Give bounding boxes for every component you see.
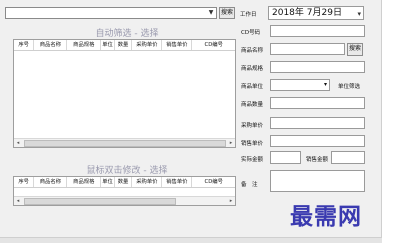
auto-filter-grid[interactable]: 序号 商品名称 商品规格 单位 数量 采购单价 销售单价 CD编号 ◂ ▸ [13,39,236,148]
column-header[interactable]: CD编号 [192,177,235,187]
cd-label: CD号码 [241,30,261,36]
column-header[interactable]: 单位 [101,40,115,50]
edit-select-grid[interactable]: 序号 商品名称 商品规格 单位 数量 采购单价 销售单价 CD编号 ◂ ▸ [13,176,236,206]
product-spec-input[interactable] [270,61,365,73]
horizontal-scrollbar[interactable]: ◂ ▸ [14,138,235,147]
column-header[interactable]: 商品规格 [67,177,102,187]
sell-price-label: 销售单价 [241,141,264,147]
remark-label: 备 注 [241,182,258,188]
scroll-thumb[interactable] [24,140,226,147]
calendar-dropdown-icon[interactable]: ▾ [357,8,361,20]
buy-price-label: 采购单价 [241,123,264,129]
unit-label: 商品单位 [241,84,264,90]
grid-header: 序号 商品名称 商品规格 单位 数量 采购单价 销售单价 CD编号 [14,40,235,51]
scroll-right-icon[interactable]: ▸ [227,197,235,205]
date-value: 2018年 7月29日 [272,8,342,18]
column-header[interactable]: 序号 [14,177,35,187]
horizontal-scrollbar[interactable]: ◂ ▸ [14,196,235,205]
unit-filter-label[interactable]: 单位筛选 [338,82,360,90]
scroll-left-icon[interactable]: ◂ [14,139,22,147]
remark-textarea[interactable] [270,170,365,192]
quantity-input[interactable] [270,97,365,109]
sales-amount-label: 销售金额 [306,157,329,163]
column-header[interactable]: 采购单价 [132,40,163,50]
actual-amount-input[interactable] [270,151,301,164]
actual-amount-label: 实际金额 [241,157,264,163]
column-header[interactable]: 数量 [115,177,133,187]
date-picker[interactable]: 2018年 7月29日 ▾ [268,6,364,20]
column-header[interactable]: 采购单价 [132,177,163,187]
chevron-down-icon: ▾ [323,81,327,88]
filter-combobox[interactable]: ▼ [5,7,217,19]
background-strip [382,0,403,243]
bottom-border [0,238,382,243]
edit-select-title: 鼠标双击修改 - 选择 [86,166,168,176]
column-header[interactable]: 销售单价 [162,177,193,187]
column-header[interactable]: 商品规格 [67,40,102,50]
cd-number-input[interactable] [270,25,365,37]
search-button[interactable]: 搜索 [219,7,235,19]
column-header[interactable]: 商品名称 [34,177,68,187]
scroll-right-icon[interactable]: ▸ [227,139,235,147]
scroll-thumb[interactable] [24,198,176,205]
column-header[interactable]: 商品名称 [34,40,68,50]
column-header[interactable]: CD编号 [192,40,235,50]
column-header[interactable]: 序号 [14,40,35,50]
scroll-left-icon[interactable]: ◂ [14,197,22,205]
date-label: 工作日 [240,12,257,18]
column-header[interactable]: 单位 [101,177,115,187]
unit-filter-checkbox[interactable] [333,80,337,88]
chevron-down-icon: ▼ [208,9,214,16]
sell-price-input[interactable] [270,135,365,147]
grid-header: 序号 商品名称 商品规格 单位 数量 采购单价 销售单价 CD编号 [14,177,235,188]
qty-label: 商品数量 [241,102,264,108]
watermark-logo: 最需网 [290,203,362,230]
unit-select[interactable]: ▾ [270,79,330,91]
product-name-input[interactable] [270,43,345,55]
name-label: 商品名称 [241,48,264,54]
spec-label: 商品规格 [241,66,264,72]
name-search-button[interactable]: 搜索 [347,43,363,56]
column-header[interactable]: 销售单价 [162,40,193,50]
auto-filter-title: 自动筛选 - 选择 [95,29,159,39]
buy-price-input[interactable] [270,117,365,129]
column-header[interactable]: 数量 [115,40,133,50]
sales-amount-input[interactable] [331,151,365,164]
